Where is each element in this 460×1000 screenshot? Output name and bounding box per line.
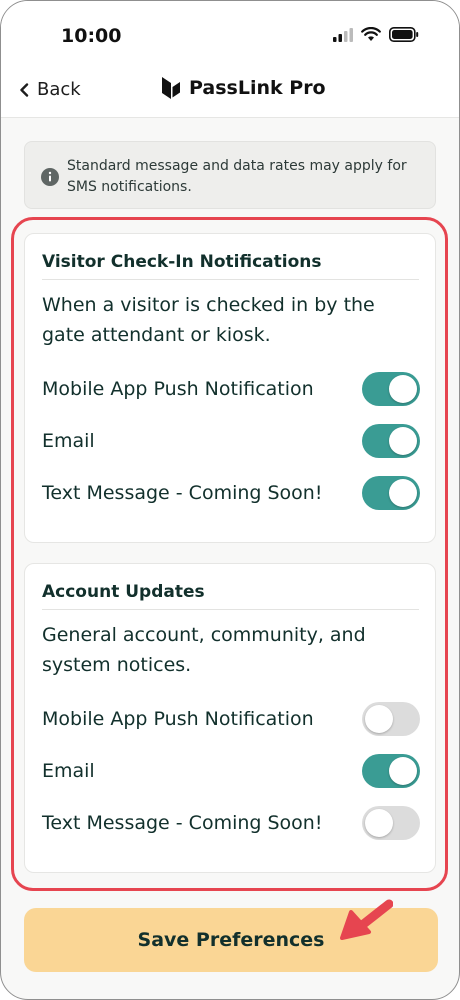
chevron-left-icon	[20, 82, 29, 97]
section-divider	[42, 279, 419, 280]
back-label: Back	[37, 79, 81, 100]
pointer-arrow-icon	[340, 899, 393, 940]
toggle-visitor-email[interactable]	[362, 424, 420, 458]
battery-icon	[389, 27, 419, 42]
toggle-account-text[interactable]	[362, 806, 420, 840]
row-label-email: Email	[42, 760, 95, 782]
toggle-knob	[389, 375, 417, 403]
toggle-visitor-text[interactable]	[362, 476, 420, 510]
passlink-logo-icon	[162, 77, 180, 99]
toggle-account-push[interactable]	[362, 702, 420, 736]
back-button[interactable]: Back	[19, 79, 81, 100]
cellular-signal-icon	[333, 27, 353, 42]
section-description: General account, community, and system n…	[42, 624, 366, 676]
row-label-push: Mobile App Push Notification	[42, 378, 314, 400]
toggle-knob	[389, 427, 417, 455]
account-updates-card: Account Updates General account, communi…	[24, 563, 436, 873]
status-time: 10:00	[61, 25, 122, 47]
toggle-knob	[389, 479, 417, 507]
toggle-account-email[interactable]	[362, 754, 420, 788]
info-text: Standard message and data rates may appl…	[67, 158, 407, 195]
row-label-push: Mobile App Push Notification	[42, 708, 314, 730]
status-bar: 10:00	[1, 1, 459, 61]
brand-name: PassLink Pro	[189, 77, 326, 99]
status-icons	[333, 27, 419, 42]
phone-frame: 10:00 Back PassLink Pro Standard message…	[0, 0, 460, 1000]
row-label-email: Email	[42, 430, 95, 452]
nav-bar: Back PassLink Pro	[1, 61, 459, 118]
wifi-icon	[361, 27, 381, 41]
sms-info-banner: Standard message and data rates may appl…	[24, 141, 436, 209]
toggle-knob	[365, 809, 393, 837]
toggle-visitor-push[interactable]	[362, 372, 420, 406]
brand-suffix: Pro	[289, 77, 326, 99]
section-divider	[42, 609, 419, 610]
toggle-knob	[389, 757, 417, 785]
row-label-text: Text Message - Coming Soon!	[42, 482, 323, 504]
section-description: When a visitor is checked in by the gate…	[42, 294, 375, 346]
section-title: Visitor Check-In Notifications	[42, 252, 322, 272]
toggle-knob	[365, 705, 393, 733]
section-title: Account Updates	[42, 582, 205, 602]
visitor-checkin-card: Visitor Check-In Notifications When a vi…	[24, 233, 436, 543]
brand-name-text: PassLink	[189, 77, 283, 99]
info-icon	[41, 168, 59, 186]
brand: PassLink Pro	[161, 77, 326, 99]
row-label-text: Text Message - Coming Soon!	[42, 812, 323, 834]
